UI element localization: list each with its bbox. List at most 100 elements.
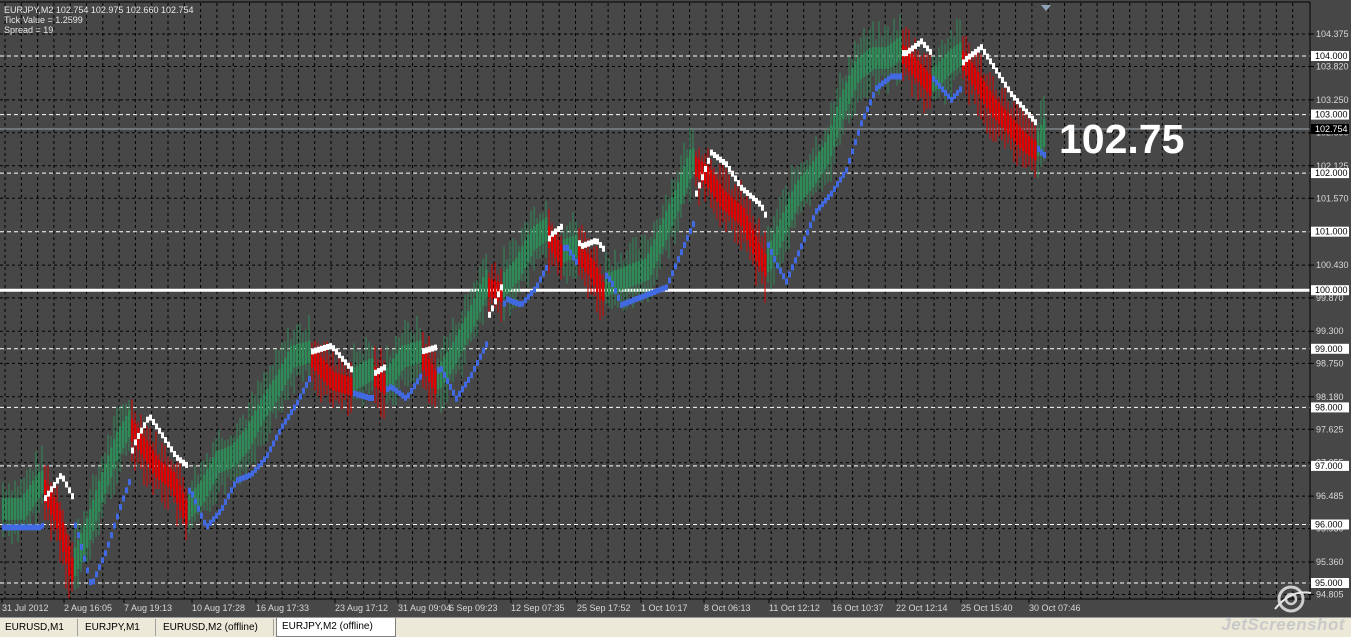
candle-body [524, 240, 527, 268]
ma-point [485, 341, 488, 348]
ma-point [77, 532, 80, 539]
time-tick-label: 12 Sep 07:35 [511, 603, 565, 613]
time-tick-label: 23 Aug 17:12 [335, 603, 388, 613]
level-box-label: 97.000 [1315, 461, 1343, 471]
candle-body [983, 81, 986, 104]
ma-point [467, 376, 470, 383]
candle-body [74, 547, 77, 576]
candle-body [416, 341, 419, 364]
ma-point [305, 381, 308, 388]
candle-body [407, 343, 410, 367]
candle-body [146, 441, 149, 464]
ma-point [404, 394, 407, 401]
ma-point [158, 427, 161, 434]
candle-body [125, 415, 128, 443]
candle-body [245, 427, 248, 454]
ma-point [1037, 146, 1040, 153]
ma-point [545, 264, 548, 271]
ma-point [773, 256, 776, 263]
ma-point [431, 345, 434, 352]
candle-body [752, 229, 755, 254]
candle-body [350, 377, 353, 396]
ma-point [905, 50, 908, 57]
candle-body [425, 352, 428, 377]
ma-point [26, 524, 29, 531]
price-tick-label: 95.360 [1316, 557, 1344, 567]
ma-point [554, 228, 557, 235]
ma-point [188, 487, 191, 494]
candle-body [269, 384, 272, 411]
tick-value-info: Tick Value = 1.2599 [4, 15, 83, 25]
tab-eurjpy-m1[interactable]: EURJPY,M1 [80, 619, 156, 636]
ma-point [539, 276, 542, 283]
candle-body [143, 436, 146, 459]
ma-point [524, 297, 527, 304]
candle-body [200, 480, 203, 506]
candle-body [101, 472, 104, 503]
ma-point [833, 185, 836, 192]
ma-point [101, 557, 104, 564]
ma-point [140, 427, 143, 434]
tab-eurjpy-m2-offline[interactable]: EURJPY,M2 (offline) [276, 618, 396, 637]
candle-body [86, 518, 89, 548]
candle-body [239, 434, 242, 461]
ma-point [677, 256, 680, 263]
candle-body [638, 260, 641, 284]
candle-body [413, 342, 416, 365]
candle-body [647, 253, 650, 280]
ma-point [731, 170, 734, 177]
time-tick-label: 31 Aug 09:04 [398, 603, 451, 613]
candle-body [248, 422, 251, 450]
ma-point [461, 386, 464, 393]
candle-body [890, 43, 893, 68]
candle-body [209, 463, 212, 491]
candle-body [227, 446, 230, 470]
candle-body [119, 426, 122, 454]
candle-body [515, 258, 518, 284]
ma-point [500, 284, 503, 291]
candle-body [866, 50, 869, 75]
ma-point [308, 376, 311, 383]
ma-point [665, 284, 668, 291]
candle-body [905, 46, 908, 68]
candle-body [656, 232, 659, 261]
candle-body [140, 432, 143, 455]
time-tick-label: 16 Oct 10:37 [832, 603, 884, 613]
ma-point [32, 524, 35, 531]
ma-point [356, 391, 359, 398]
ma-point [284, 418, 287, 425]
ma-point [11, 524, 14, 531]
candle-body [806, 169, 809, 195]
ma-point [449, 383, 452, 390]
chart-area[interactable]: 104.375103.820103.250102.690102.125101.5… [0, 0, 1351, 617]
ma-point [362, 393, 365, 400]
ma-point [530, 290, 533, 297]
candle-body [149, 446, 152, 469]
ma-point [947, 93, 950, 100]
ma-point [794, 257, 797, 264]
ma-point [440, 366, 443, 373]
ma-point [602, 245, 605, 252]
chart-shift-marker-icon[interactable] [1041, 5, 1051, 11]
candle-body [695, 157, 698, 177]
ma-point [674, 263, 677, 270]
level-box-label: 96.000 [1315, 520, 1343, 530]
price-chart[interactable]: 104.375103.820103.250102.690102.125101.5… [0, 0, 1351, 617]
ma-point [503, 300, 506, 307]
candle-body [473, 297, 476, 327]
ma-point [74, 522, 77, 529]
ma-point [329, 343, 332, 350]
candle-body [461, 323, 464, 352]
candle-body [800, 176, 803, 202]
ma-point [515, 299, 518, 306]
tab-eurusd-m1[interactable]: EURUSD,M1 [0, 619, 78, 636]
candle-body [542, 219, 545, 244]
ma-point [50, 486, 53, 493]
candle-body [392, 358, 395, 385]
tab-eurusd-m2-offline[interactable]: EURUSD,M2 (offline) [158, 619, 274, 636]
ma-point [407, 392, 410, 399]
candle-body [302, 342, 305, 365]
ma-point [995, 67, 998, 74]
ma-point [251, 470, 254, 477]
candle-body [161, 462, 164, 483]
